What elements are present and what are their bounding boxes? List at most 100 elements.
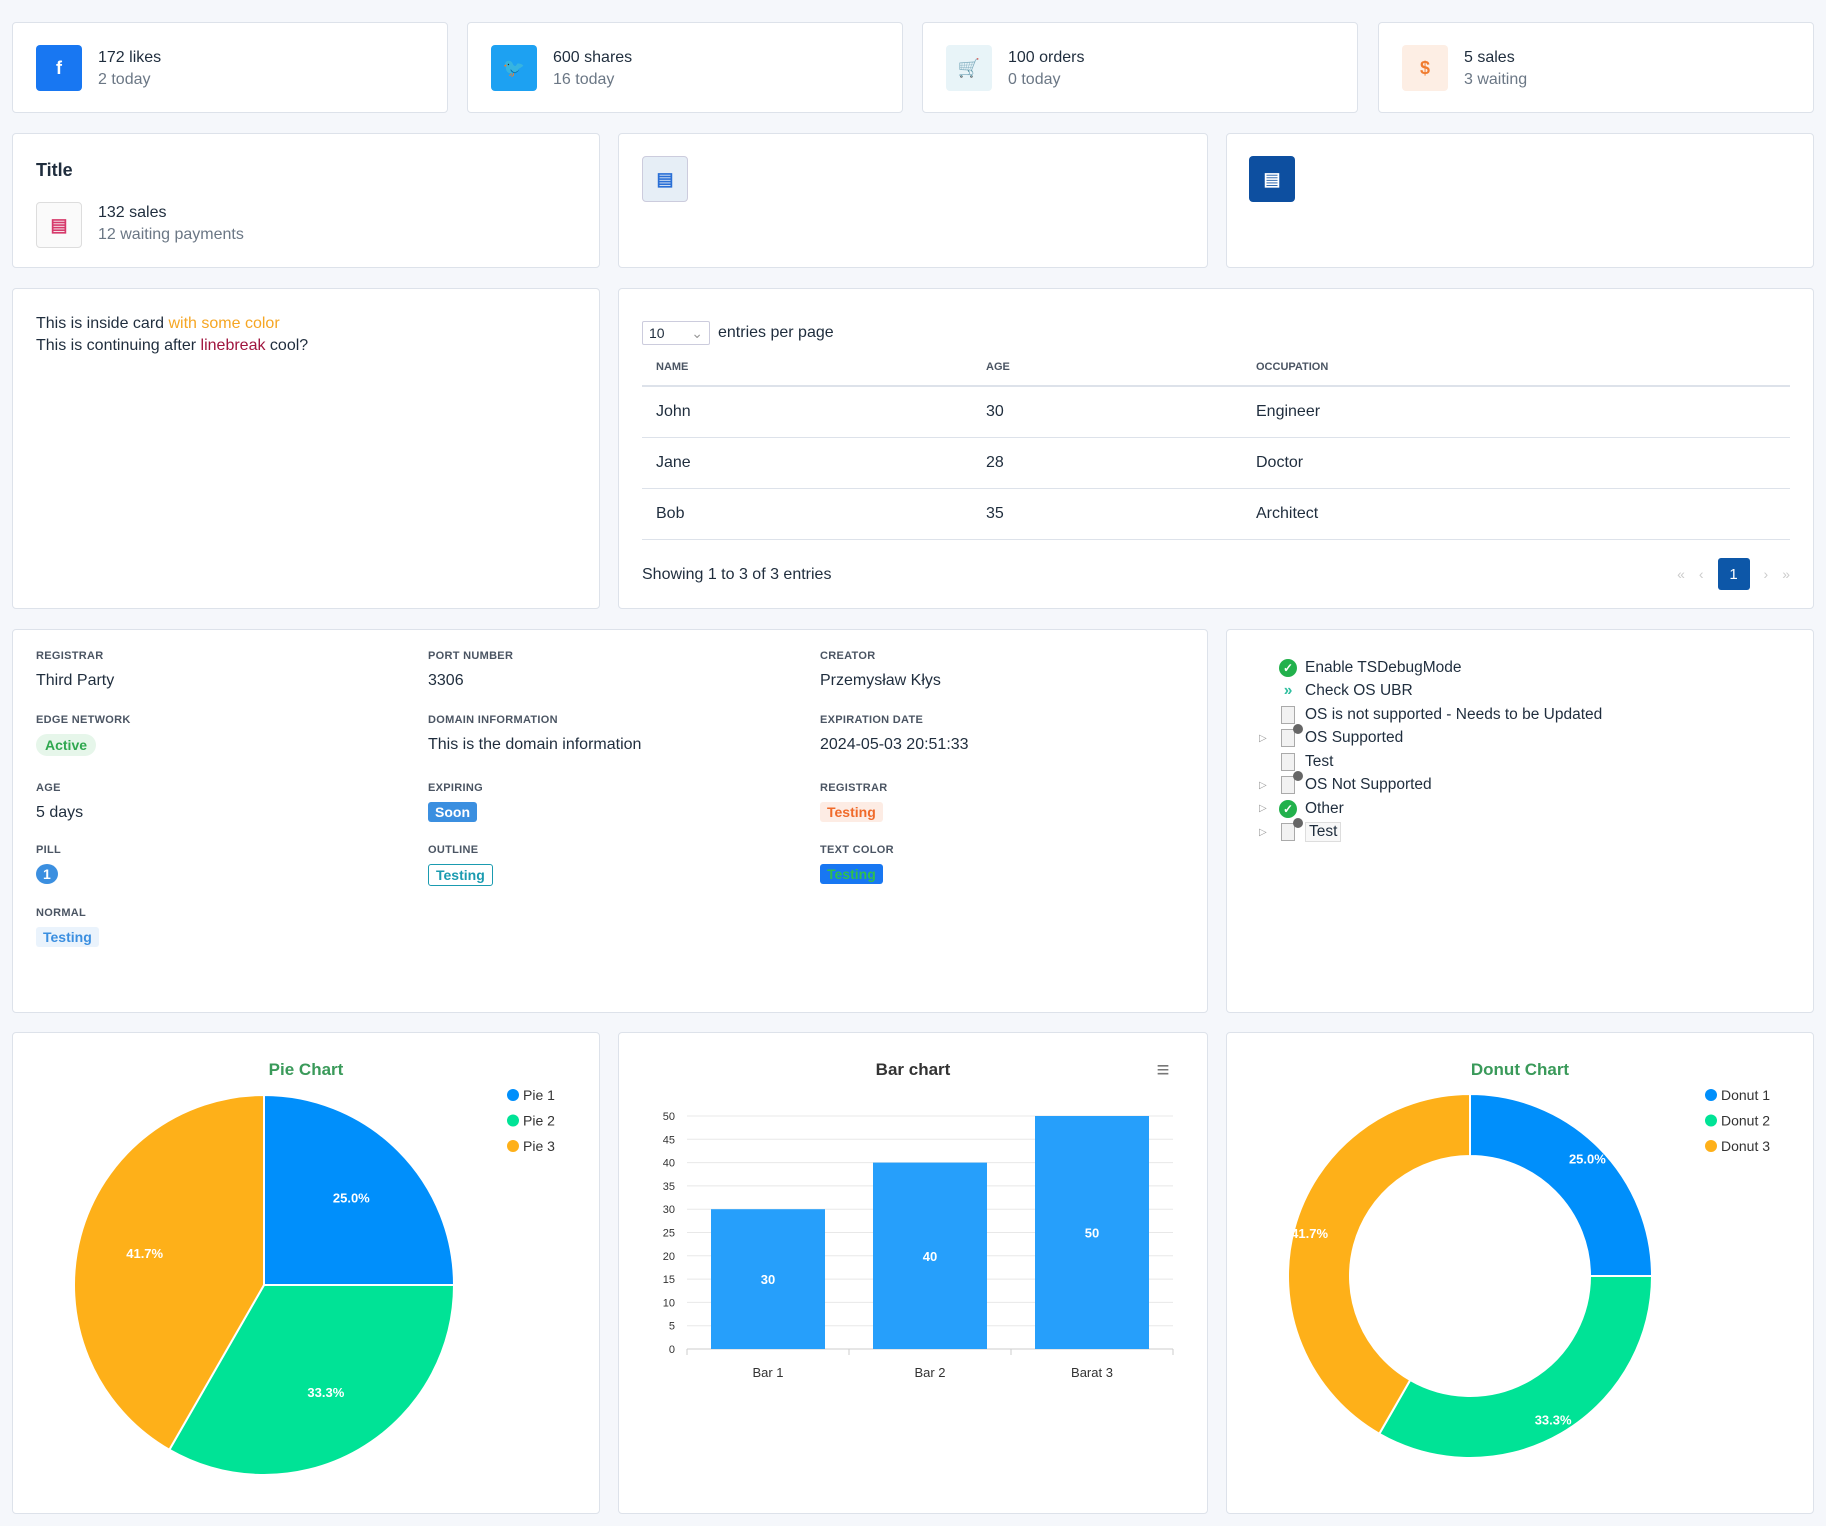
detail-item: Registrar Third Party: [36, 650, 114, 690]
data-table: NAME AGE OCCUPATION John 30 Engineer Jane 28…: [642, 361, 1790, 540]
chevron-down-icon: ⌄: [691, 325, 703, 341]
page-1-button[interactable]: 1: [1717, 558, 1750, 590]
detail-item: Registrar Testing: [820, 782, 887, 822]
column-header-occupation[interactable]: OCCUPATION: [1242, 361, 1790, 387]
detail-label: Port Number: [428, 650, 514, 662]
last-page-button[interactable]: »: [1782, 566, 1790, 582]
document-icon: [1279, 771, 1303, 795]
tree-card: ✓ Enable TSDebugMode » Check OS UBR OS is no…: [1226, 629, 1814, 1013]
badge: Active: [36, 734, 97, 756]
tree-node[interactable]: Test: [1259, 750, 1813, 774]
detail-label: Age: [36, 782, 61, 794]
stat-sub: 2 today: [98, 71, 151, 88]
tree-node[interactable]: ▷ ✓ Other: [1259, 797, 1813, 821]
check-circle-icon: ✓: [1279, 799, 1297, 818]
table-cell: Doctor: [1242, 437, 1790, 489]
detail-label: Registrar: [820, 782, 888, 794]
stat-main: 172 likes: [98, 49, 162, 66]
column-header-name[interactable]: NAME: [642, 361, 972, 387]
stat-main: 5 sales: [1464, 49, 1515, 66]
table-row[interactable]: John 30 Engineer: [642, 386, 1790, 438]
receipt-icon: ▤: [36, 202, 82, 248]
entries-label: entries per page: [718, 324, 834, 341]
stat-card: 🐦 600 shares 16 today: [467, 22, 903, 113]
detail-label: Outline: [428, 844, 479, 856]
badge: Testing: [428, 864, 493, 886]
card-title: Title: [36, 160, 73, 180]
colored-text: linebreak: [200, 337, 266, 354]
expand-arrow-icon[interactable]: ▷: [1259, 733, 1279, 744]
detail-label: Expiration Date: [820, 714, 924, 726]
badge: Testing: [820, 802, 883, 822]
tree-node-label: OS is not supported - Needs to be Update…: [1305, 705, 1603, 723]
detail-item: Age 5 days: [36, 782, 83, 822]
prev-page-button[interactable]: ‹: [1699, 566, 1704, 582]
table-row[interactable]: Jane 28 Doctor: [642, 437, 1790, 489]
tree-node[interactable]: ▷ Test: [1259, 818, 1813, 845]
tree-node-label: OS Supported: [1305, 729, 1404, 747]
tree-node-label: Test: [1305, 822, 1342, 843]
detail-value: 2024-05-03 20:51:33: [820, 736, 969, 753]
table-row[interactable]: Bob 35 Architect: [642, 488, 1790, 540]
sales-sub: 12 waiting payments: [98, 226, 244, 243]
twitter-icon: 🐦: [491, 45, 537, 91]
document-icon: [1279, 724, 1303, 748]
next-page-button[interactable]: ›: [1764, 566, 1769, 582]
detail-label: Creator: [820, 650, 876, 662]
document-icon: [1279, 705, 1297, 724]
stat-main: 100 orders: [1008, 49, 1085, 66]
tree-node[interactable]: OS is not supported - Needs to be Update…: [1259, 703, 1813, 727]
cart-icon: 🛒: [946, 45, 992, 91]
tree-node[interactable]: » Check OS UBR: [1259, 680, 1813, 704]
expand-arrow-icon[interactable]: ▷: [1259, 803, 1279, 814]
stat-card: f 172 likes 2 today: [12, 22, 448, 113]
tree-node[interactable]: ✓ Enable TSDebugMode: [1259, 656, 1813, 680]
detail-value: 3306: [428, 672, 464, 689]
document-icon: [1279, 818, 1303, 842]
donut-chart-card: [1226, 1032, 1814, 1514]
expand-arrow-icon[interactable]: ▷: [1259, 780, 1279, 791]
page-size-value: 10: [649, 325, 665, 341]
badge: Testing: [820, 864, 883, 884]
detail-label: Text Color: [820, 844, 894, 856]
first-page-button[interactable]: «: [1677, 566, 1685, 582]
badge: 1: [36, 864, 58, 884]
tree-node[interactable]: ▷ OS Not Supported: [1259, 771, 1813, 798]
table-cell: John: [642, 386, 972, 438]
colored-text: with some color: [168, 315, 280, 332]
pie-chart-card: [12, 1032, 600, 1514]
column-header-age[interactable]: AGE: [972, 361, 1242, 387]
detail-item: Text Color Testing: [820, 844, 894, 884]
icon-card: ▤: [618, 133, 1208, 268]
detail-item: Pill 1: [36, 844, 61, 884]
detail-item: Expiration Date 2024-05-03 20:51:33: [820, 714, 969, 754]
detail-label: Registrar: [36, 650, 104, 662]
detail-item: Outline Testing: [428, 844, 493, 886]
text: cool?: [265, 337, 309, 354]
detail-item: Domain Information This is the domain in…: [428, 714, 641, 754]
stat-sub: 3 waiting: [1464, 71, 1528, 88]
tree-node[interactable]: ▷ OS Supported: [1259, 724, 1813, 751]
detail-item: Normal Testing: [36, 907, 99, 947]
double-chevron-icon: »: [1283, 682, 1293, 700]
stat-card: $ 5 sales 3 waiting: [1378, 22, 1814, 113]
detail-label: Domain Information: [428, 714, 558, 726]
stat-main: 600 shares: [553, 49, 633, 66]
info-card: Title ▤ 132 sales 12 waiting payments: [12, 133, 600, 268]
stat-sub: 0 today: [1008, 71, 1061, 88]
detail-label: Pill: [36, 844, 62, 856]
table-cell: Architect: [1242, 488, 1790, 540]
detail-value: Przemysław Kłys: [820, 672, 941, 689]
bar-chart-card: [618, 1032, 1208, 1514]
table-cell: Bob: [642, 488, 972, 540]
detail-item: Expiring Soon: [428, 782, 483, 822]
text-card: This is inside card with some color This…: [12, 288, 600, 609]
details-card: Registrar Third Party Port Number 3306 C…: [12, 629, 1208, 1013]
tree-node-label: Enable TSDebugMode: [1305, 658, 1462, 676]
sales-count: 132 sales: [98, 204, 167, 221]
expand-arrow-icon[interactable]: ▷: [1259, 827, 1279, 838]
table-card: 10 ⌄ entries per page NAME AGE OCCUPATION…: [618, 288, 1814, 609]
receipt-icon: ▤: [1249, 156, 1295, 202]
page-size-select[interactable]: 10 ⌄: [642, 321, 710, 345]
detail-value: Third Party: [36, 672, 115, 689]
